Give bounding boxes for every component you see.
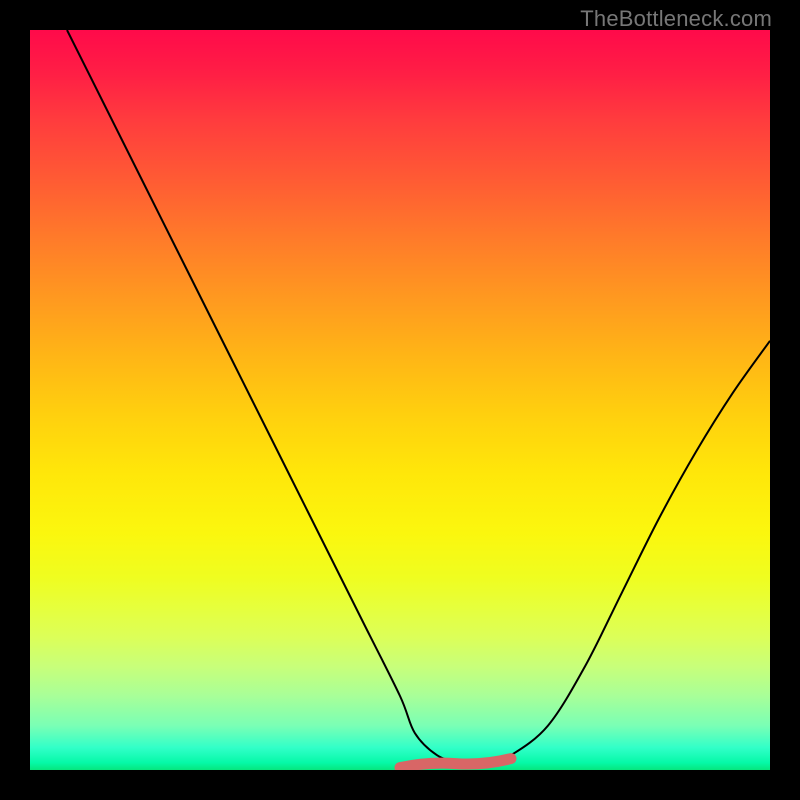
plot-area xyxy=(30,30,770,770)
chart-frame: TheBottleneck.com xyxy=(0,0,800,800)
watermark-text: TheBottleneck.com xyxy=(580,6,772,32)
bottleneck-curve xyxy=(30,30,770,770)
